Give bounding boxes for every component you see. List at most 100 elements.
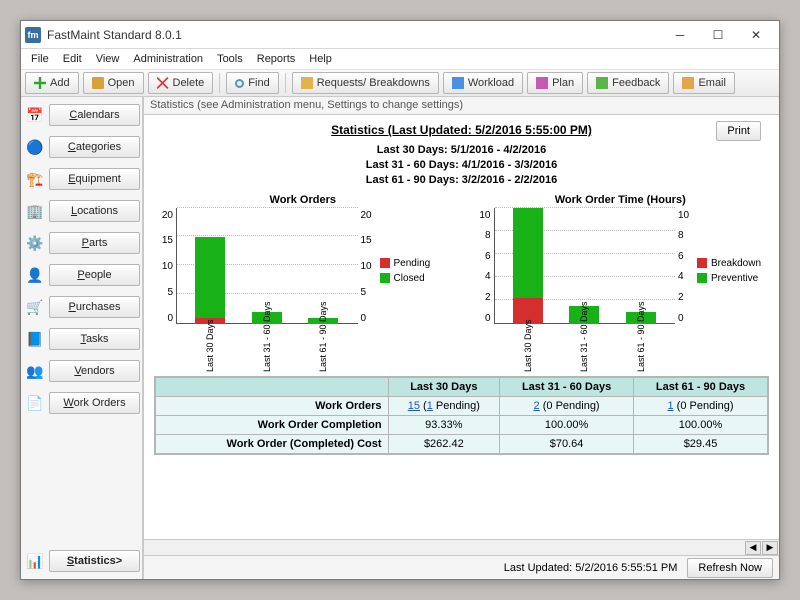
sidebar-row: 👥Vendors <box>23 357 140 385</box>
add-button[interactable]: Add <box>25 72 79 94</box>
sidebar-row: 📅Calendars <box>23 101 140 129</box>
hint-text: Statistics (see Administration menu, Set… <box>144 97 779 115</box>
chart-work-orders: Work Orders20151050Last 30 DaysLast 31 -… <box>154 194 452 346</box>
plan-icon <box>536 77 548 89</box>
window-buttons: ─ ☐ ✕ <box>661 24 775 46</box>
chart-title: Work Order Time (Hours) <box>472 194 770 206</box>
sidebar-icon: 👤 <box>23 264 47 286</box>
sidebar-item-categories[interactable]: Categories <box>49 136 140 158</box>
workload-icon <box>452 77 464 89</box>
sidebar-icon: 🔵 <box>23 136 47 158</box>
menu-help[interactable]: Help <box>303 51 338 67</box>
sidebar-item-work-orders[interactable]: Work Orders <box>49 392 140 414</box>
print-button[interactable]: Print <box>716 121 761 141</box>
search-icon <box>235 79 244 88</box>
menu-tools[interactable]: Tools <box>211 51 249 67</box>
sidebar-item-equipment[interactable]: Equipment <box>49 168 140 190</box>
main-panel: Statistics (see Administration menu, Set… <box>143 97 779 579</box>
statistics-title: Statistics (Last Updated: 5/2/2016 5:55:… <box>154 123 769 137</box>
stats-link[interactable]: 1 <box>427 400 433 412</box>
maximize-button[interactable]: ☐ <box>699 24 737 46</box>
table-header <box>156 377 389 396</box>
sidebar-row: 📄Work Orders <box>23 389 140 417</box>
sidebar-row: 🏗️Equipment <box>23 165 140 193</box>
chart-title: Work Orders <box>154 194 452 206</box>
scroll-left-button[interactable]: ◀ <box>745 541 761 555</box>
sidebar-row: 🛒Purchases <box>23 293 140 321</box>
table-header: Last 31 - 60 Days <box>500 377 634 396</box>
x-icon <box>157 77 169 89</box>
table-row: Work Orders15 (1 Pending)2 (0 Pending)1 … <box>156 396 768 415</box>
sidebar-icon: 🛒 <box>23 296 47 318</box>
sidebar-row: 🔵Categories <box>23 133 140 161</box>
toolbar: Add Open Delete Find Requests/ Breakdown… <box>21 69 779 97</box>
chart-legend: BreakdownPreventive <box>697 208 769 346</box>
plan-button[interactable]: Plan <box>527 72 583 94</box>
minimize-button[interactable]: ─ <box>661 24 699 46</box>
sidebar-item-statistics-[interactable]: Statistics> <box>49 550 140 572</box>
requests-button[interactable]: Requests/ Breakdowns <box>292 72 439 94</box>
feedback-button[interactable]: Feedback <box>587 72 669 94</box>
sidebar-icon: 📅 <box>23 104 47 126</box>
titlebar: fm FastMaint Standard 8.0.1 ─ ☐ ✕ <box>21 21 779 49</box>
sidebar-row: 📊Statistics> <box>23 547 140 575</box>
app-window: fm FastMaint Standard 8.0.1 ─ ☐ ✕ File E… <box>20 20 780 580</box>
menu-edit[interactable]: Edit <box>57 51 88 67</box>
chart-work-order-time-hours-: Work Order Time (Hours)1086420Last 30 Da… <box>472 194 770 346</box>
sidebar-row: 👤People <box>23 261 140 289</box>
delete-button[interactable]: Delete <box>148 72 214 94</box>
body: 📅Calendars🔵Categories🏗️Equipment🏢Locatio… <box>21 97 779 579</box>
stats-link[interactable]: 15 <box>408 400 420 412</box>
scroll-right-button[interactable]: ▶ <box>762 541 778 555</box>
sidebar: 📅Calendars🔵Categories🏗️Equipment🏢Locatio… <box>21 97 143 579</box>
sidebar-item-vendors[interactable]: Vendors <box>49 360 140 382</box>
menu-view[interactable]: View <box>90 51 126 67</box>
sidebar-item-calendars[interactable]: Calendars <box>49 104 140 126</box>
feedback-icon <box>596 77 608 89</box>
close-button[interactable]: ✕ <box>737 24 775 46</box>
menu-administration[interactable]: Administration <box>127 51 209 67</box>
sidebar-item-tasks[interactable]: Tasks <box>49 328 140 350</box>
bar-column <box>513 208 543 324</box>
sidebar-row: ⚙️Parts <box>23 229 140 257</box>
sidebar-icon: ⚙️ <box>23 232 47 254</box>
sidebar-icon: 👥 <box>23 360 47 382</box>
open-button[interactable]: Open <box>83 72 144 94</box>
sidebar-icon: 📄 <box>23 392 47 414</box>
chart-legend: PendingClosed <box>380 208 452 346</box>
menu-file[interactable]: File <box>25 51 55 67</box>
sidebar-icon: 🏗️ <box>23 168 47 190</box>
sidebar-icon: 📘 <box>23 328 47 350</box>
sidebar-icon: 📊 <box>23 550 47 572</box>
plus-icon <box>34 77 46 89</box>
email-icon <box>682 77 694 89</box>
last-updated-label: Last Updated: 5/2/2016 5:55:51 PM <box>504 562 678 574</box>
date-ranges: Last 30 Days: 5/1/2016 - 4/2/2016Last 31… <box>154 143 769 188</box>
table-header: Last 61 - 90 Days <box>634 377 768 396</box>
window-title: FastMaint Standard 8.0.1 <box>47 28 661 42</box>
menu-bar: File Edit View Administration Tools Repo… <box>21 49 779 69</box>
sidebar-item-people[interactable]: People <box>49 264 140 286</box>
workload-button[interactable]: Workload <box>443 72 523 94</box>
stats-link[interactable]: 1 <box>667 400 673 412</box>
sidebar-item-locations[interactable]: Locations <box>49 200 140 222</box>
content-area: Print Statistics (Last Updated: 5/2/2016… <box>144 115 779 539</box>
sidebar-item-parts[interactable]: Parts <box>49 232 140 254</box>
sidebar-row: 📘Tasks <box>23 325 140 353</box>
status-bar: Last Updated: 5/2/2016 5:55:51 PM Refres… <box>144 555 779 579</box>
menu-reports[interactable]: Reports <box>251 51 302 67</box>
folder-icon <box>92 77 104 89</box>
request-icon <box>301 77 313 89</box>
sidebar-row: 🏢Locations <box>23 197 140 225</box>
table-header: Last 30 Days <box>388 377 500 396</box>
charts-row: Work Orders20151050Last 30 DaysLast 31 -… <box>154 194 769 346</box>
email-button[interactable]: Email <box>673 72 735 94</box>
table-row: Work Order Completion93.33%100.00%100.00… <box>156 415 768 434</box>
stats-link[interactable]: 2 <box>534 400 540 412</box>
sidebar-item-purchases[interactable]: Purchases <box>49 296 140 318</box>
table-row: Work Order (Completed) Cost$262.42$70.64… <box>156 434 768 453</box>
refresh-button[interactable]: Refresh Now <box>687 558 773 578</box>
stats-table: Last 30 DaysLast 31 - 60 DaysLast 61 - 9… <box>154 376 769 455</box>
horizontal-scrollbar[interactable]: ◀ ▶ <box>144 539 779 555</box>
find-button[interactable]: Find <box>226 72 278 94</box>
